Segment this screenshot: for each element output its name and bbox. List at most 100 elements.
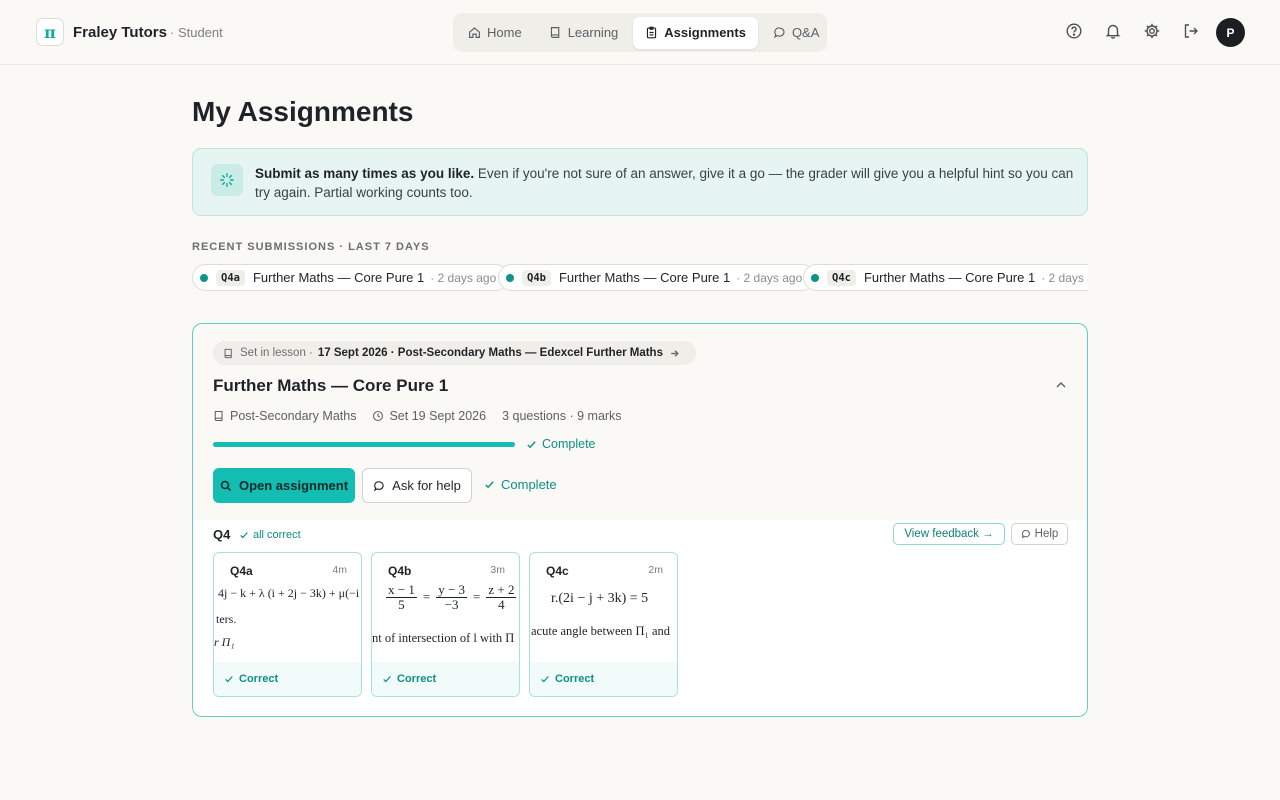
assignment-card: Set in lesson · 17 Sept 2026 · Post-Seco… <box>192 323 1088 717</box>
status-dot <box>506 273 514 282</box>
submission-chip[interactable]: Q4b Further Maths — Core Pure 1 · 2 days… <box>498 264 816 291</box>
brand-name[interactable]: Fraley Tutors <box>73 24 167 41</box>
part-preview: x − 15 = y − 3 −3 = z + 24 nt of intersec… <box>372 583 519 663</box>
part-time: 3m <box>490 564 505 576</box>
page-title: My Assignments <box>192 96 414 127</box>
book-icon <box>213 410 225 422</box>
banner-message: Submit as many times as you like. Even i… <box>255 164 1075 202</box>
home-icon <box>468 26 481 39</box>
progress-status: Complete <box>526 437 596 451</box>
lesson-detail: 17 Sept 2026 · Post-Secondary Maths — Ed… <box>317 347 663 359</box>
question-part-card[interactable]: Q4b 3m x − 15 = y − 3 −3 = z + 24 nt of i… <box>371 552 520 697</box>
chip-title: Further Maths — Core Pure 1 <box>558 270 731 285</box>
top-bar: π Fraley Tutors · Student Home Learning … <box>0 0 1280 65</box>
nav-qa[interactable]: Q&A <box>761 17 831 49</box>
question-section: Q4 all correct View feedback → Help Q4a … <box>193 520 1087 716</box>
gear-icon[interactable] <box>1143 22 1161 40</box>
fraction-numerator: y − 3 <box>436 583 468 598</box>
question-label: Q4 <box>213 527 231 542</box>
preview-equation: x − 15 = y − 3 −3 = z + 24 <box>386 583 517 612</box>
pi-logo-icon[interactable]: π <box>36 18 64 46</box>
set-date-label: Set 19 Sept 2026 <box>389 409 487 423</box>
assignment-title: Further Maths — Core Pure 1 <box>213 376 449 395</box>
ask-for-help-label: Ask for help <box>392 478 461 493</box>
check-icon <box>382 674 392 684</box>
bell-icon[interactable] <box>1104 22 1122 40</box>
logout-icon[interactable] <box>1182 22 1200 40</box>
chip-time: · 2 days ago <box>430 270 497 285</box>
chip-title: Further Maths — Core Pure 1 <box>252 270 425 285</box>
progress-bar <box>213 442 515 447</box>
nav-assignments-label: Assignments <box>664 25 746 40</box>
fraction: y − 3 −3 <box>436 583 468 612</box>
chat-bubble-icon <box>373 480 385 492</box>
preview-line: nt of intersection of l with Π <box>372 631 515 645</box>
book-icon <box>549 26 562 39</box>
help-circle-icon[interactable] <box>1065 22 1083 40</box>
info-banner: Submit as many times as you like. Even i… <box>192 148 1088 216</box>
chevron-up-icon[interactable] <box>1053 377 1069 393</box>
recent-submissions-label: RECENT SUBMISSIONS · LAST 7 DAYS <box>192 241 430 253</box>
subject-label: Post-Secondary Maths <box>230 409 357 423</box>
question-status: all correct <box>239 529 301 541</box>
summary-label: 3 questions · 9 marks <box>502 409 622 423</box>
clipboard-icon <box>645 26 658 39</box>
part-result-label: Correct <box>397 673 437 685</box>
recent-submissions: Q4a Further Maths — Core Pure 1 · 2 days… <box>192 264 1088 291</box>
question-status-label: all correct <box>253 529 301 541</box>
fraction-denominator: 4 <box>498 597 505 612</box>
preview-line: 4j − k + λ (i + 2j − 3k) + μ(−i + <box>218 586 362 600</box>
part-result-label: Correct <box>239 673 279 685</box>
chip-tag: Q4b <box>522 269 551 286</box>
ask-for-help-button[interactable]: Ask for help <box>362 468 472 503</box>
submission-chip[interactable]: Q4c Further Maths — Core Pure 1 · 2 days… <box>803 264 1088 291</box>
preview-line: r Π₁ <box>214 635 235 649</box>
part-result-label: Correct <box>555 673 595 685</box>
date-meta: Set 19 Sept 2026 <box>372 409 486 423</box>
question-help-label: Help <box>1034 528 1059 540</box>
complete-status: Complete <box>484 477 557 492</box>
assignment-meta: Post-Secondary Maths Set 19 Sept 2026 3 … <box>213 409 638 423</box>
fraction-denominator: 5 <box>398 597 405 612</box>
preview-line: ters. <box>216 612 237 626</box>
question-help-button[interactable]: Help <box>1011 523 1068 545</box>
lesson-prefix: Set in lesson · <box>240 347 313 359</box>
nav-home-label: Home <box>487 25 522 40</box>
progress-status-label: Complete <box>542 437 596 451</box>
lesson-link[interactable]: Set in lesson · 17 Sept 2026 · Post-Seco… <box>213 341 696 365</box>
open-assignment-label: Open assignment <box>238 478 349 493</box>
complete-status-label: Complete <box>501 477 557 492</box>
fraction: x − 15 <box>386 583 417 612</box>
fraction-numerator: z + 2 <box>486 583 517 598</box>
open-assignment-button[interactable]: Open assignment <box>213 468 355 503</box>
subject-meta: Post-Secondary Maths <box>213 409 356 423</box>
chip-time: · 2 days ago <box>1041 270 1088 285</box>
chat-bubble-icon <box>773 26 786 39</box>
sparkle-icon <box>211 164 243 196</box>
avatar[interactable]: P <box>1216 18 1245 47</box>
nav-home[interactable]: Home <box>456 17 534 49</box>
nav-learning[interactable]: Learning <box>537 17 631 49</box>
question-part-card[interactable]: Q4c 2m r.(2i − j + 3k) = 5 acute angle b… <box>529 552 678 697</box>
banner-bold: Submit as many times as you like. <box>255 166 475 181</box>
preview-line: acute angle between Π₁ and <box>531 624 671 638</box>
calendar-icon <box>372 410 384 422</box>
part-result: Correct <box>372 662 519 696</box>
part-preview: 4j − k + λ (i + 2j − 3k) + μ(−i + ters. … <box>214 583 362 663</box>
status-dot <box>811 273 819 282</box>
question-part-card[interactable]: Q4a 4m 4j − k + λ (i + 2j − 3k) + μ(−i +… <box>213 552 362 697</box>
check-icon <box>224 674 234 684</box>
submission-chip[interactable]: Q4a Further Maths — Core Pure 1 · 2 days… <box>192 264 510 291</box>
role-label: · Student <box>170 25 223 40</box>
main-nav: Home Learning Assignments Q&A <box>453 13 827 52</box>
part-time: 4m <box>332 564 347 576</box>
nav-assignments[interactable]: Assignments <box>633 16 758 49</box>
status-dot <box>200 273 208 282</box>
summary-meta: 3 questions · 9 marks <box>502 409 622 423</box>
part-preview: r.(2i − j + 3k) = 5 acute angle between … <box>530 583 677 663</box>
chat-bubble-icon <box>1021 529 1031 539</box>
search-icon <box>220 480 232 492</box>
view-feedback-button[interactable]: View feedback → <box>893 523 1005 545</box>
progress-fill <box>213 442 515 447</box>
part-name: Q4c <box>546 564 569 578</box>
